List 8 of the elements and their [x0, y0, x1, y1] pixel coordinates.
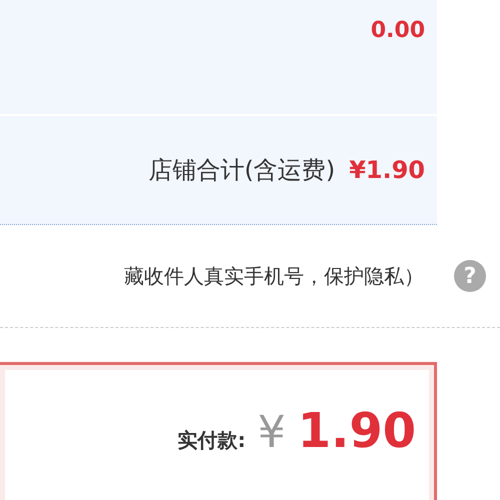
discount-amount: 0.00 — [370, 18, 425, 43]
payment-amount: 1.90 — [298, 403, 416, 459]
privacy-note: 藏收件人真实手机号，保护隐私） — [124, 262, 424, 290]
help-icon[interactable]: ? — [454, 260, 486, 292]
shop-total-amount: ¥1.90 — [349, 156, 425, 184]
currency-sign: ¥ — [258, 407, 286, 458]
payment-label: 实付款: — [178, 427, 246, 454]
shop-total-label: 店铺合计(含运费) — [148, 155, 336, 186]
